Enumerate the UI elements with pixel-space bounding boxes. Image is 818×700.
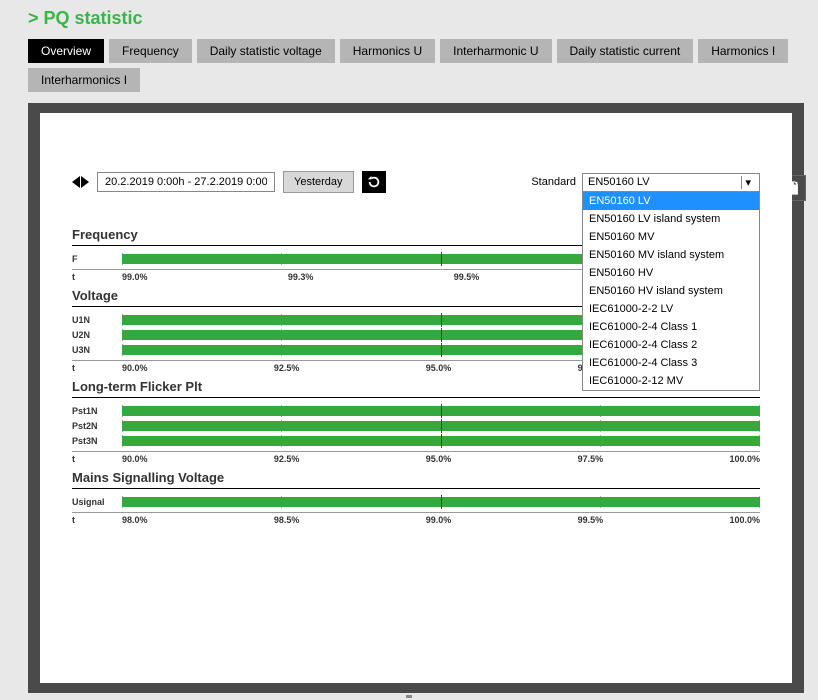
tick-label: 99.5% (578, 515, 604, 525)
tick-label: 98.5% (274, 515, 300, 525)
axis-label: t (72, 272, 122, 282)
tab-frequency[interactable]: Frequency (109, 39, 192, 63)
arrow-left-icon (72, 176, 80, 188)
threshold-marker (441, 343, 442, 357)
tick-label: 90.0% (122, 454, 148, 464)
standard-option[interactable]: EN50160 LV (583, 192, 759, 210)
standard-option[interactable]: EN50160 HV (583, 264, 759, 282)
axis-ticks: 98.0% 98.5% 99.0% 99.5% 100.0% (122, 515, 760, 525)
yesterday-button[interactable]: Yesterday (283, 171, 354, 193)
axis: t98.0% 98.5% 99.0% 99.5% 100.0% (72, 512, 760, 525)
tick-label: 95.0% (426, 363, 452, 373)
standard-label: Standard (531, 173, 576, 188)
standard-selected-value: EN50160 LV (588, 176, 650, 188)
standard-select[interactable]: EN50160 LV ▾ (582, 173, 760, 192)
threshold-marker (441, 252, 442, 266)
tick-label: 99.0% (122, 272, 148, 282)
tab-harmonics-u[interactable]: Harmonics U (340, 39, 435, 63)
toolbar: Yesterday Standard EN50160 LV ▾ EN50160 … (72, 171, 760, 193)
row-label: U1N (72, 315, 122, 325)
threshold-marker (441, 419, 442, 433)
section-title: Mains Signalling Voltage (72, 470, 760, 489)
tick-label: 95.0% (426, 454, 452, 464)
tick-label: 98.0% (122, 515, 148, 525)
tick-label: 90.0% (122, 363, 148, 373)
tab-interharmonic-u[interactable]: Interharmonic U (440, 39, 551, 63)
tick-label: 97.5% (578, 454, 604, 464)
tick-label: 99.0% (426, 515, 452, 525)
arrow-right-icon (81, 176, 89, 188)
axis-ticks: 90.0% 92.5% 95.0% 97.5% 100.0% (122, 454, 760, 464)
bar-area (122, 405, 760, 417)
tab-overview[interactable]: Overview (28, 39, 104, 63)
row-label: Pst1N (72, 406, 122, 416)
threshold-marker (441, 328, 442, 342)
row-label: F (72, 254, 122, 264)
standard-option[interactable]: IEC61000-2-4 Class 2 (583, 336, 759, 354)
row-label: Usignal (72, 497, 122, 507)
page-title: > PQ statistic (0, 0, 818, 39)
tab-interharmonics-i[interactable]: Interharmonics I (28, 68, 140, 92)
tick-label: 92.5% (274, 454, 300, 464)
threshold-marker (441, 313, 442, 327)
date-nav-arrows[interactable] (72, 176, 89, 188)
bar-area (122, 496, 760, 508)
tab-bar: OverviewFrequencyDaily statistic voltage… (0, 39, 818, 97)
standard-option[interactable]: IEC61000-2-4 Class 3 (583, 354, 759, 372)
chart-row: Pst1N (72, 404, 760, 418)
threshold-marker (441, 495, 442, 509)
row-label: Pst3N (72, 436, 122, 446)
bar-area (122, 435, 760, 447)
row-label: U2N (72, 330, 122, 340)
standard-option[interactable]: EN50160 LV island system (583, 210, 759, 228)
chevron-down-icon: ▾ (741, 176, 754, 189)
refresh-button[interactable] (362, 171, 386, 193)
row-label: Pst2N (72, 421, 122, 431)
tab-daily-statistic-voltage[interactable]: Daily statistic voltage (197, 39, 335, 63)
chart-row: Pst3N (72, 434, 760, 448)
tick-label: 92.5% (274, 363, 300, 373)
standard-option[interactable]: IEC61000-2-4 Class 1 (583, 318, 759, 336)
chart-row: Pst2N (72, 419, 760, 433)
threshold-marker (441, 404, 442, 418)
panel-inner: Yesterday Standard EN50160 LV ▾ EN50160 … (40, 113, 792, 683)
standard-option[interactable]: IEC61000-2-12 MV (583, 372, 759, 390)
standard-dropdown: EN50160 LVEN50160 LV island systemEN5016… (582, 192, 760, 391)
horizontal-scrollbar[interactable] (10, 695, 808, 700)
standard-option[interactable]: EN50160 MV (583, 228, 759, 246)
threshold-marker (441, 434, 442, 448)
standard-option[interactable]: IEC61000-2-2 LV (583, 300, 759, 318)
date-range-input[interactable] (97, 172, 275, 192)
tick-label: 100.0% (729, 454, 760, 464)
axis-label: t (72, 515, 122, 525)
tab-daily-statistic-current[interactable]: Daily statistic current (557, 39, 694, 63)
row-label: U3N (72, 345, 122, 355)
refresh-icon (367, 175, 381, 189)
axis-label: t (72, 454, 122, 464)
tick-label: 99.3% (288, 272, 314, 282)
axis-label: t (72, 363, 122, 373)
chart-section: Long-term Flicker PltPst1NPst2NPst3Nt90.… (72, 379, 760, 464)
tab-harmonics-i[interactable]: Harmonics I (698, 39, 788, 63)
content-panel: Yesterday Standard EN50160 LV ▾ EN50160 … (28, 103, 804, 693)
tick-label: 99.5% (454, 272, 480, 282)
standard-option[interactable]: EN50160 HV island system (583, 282, 759, 300)
tick-label: 100.0% (729, 515, 760, 525)
chart-row: Usignal (72, 495, 760, 509)
axis: t90.0% 92.5% 95.0% 97.5% 100.0% (72, 451, 760, 464)
standard-option[interactable]: EN50160 MV island system (583, 246, 759, 264)
chart-section: Mains Signalling VoltageUsignalt98.0%98.… (72, 470, 760, 525)
bar-area (122, 420, 760, 432)
